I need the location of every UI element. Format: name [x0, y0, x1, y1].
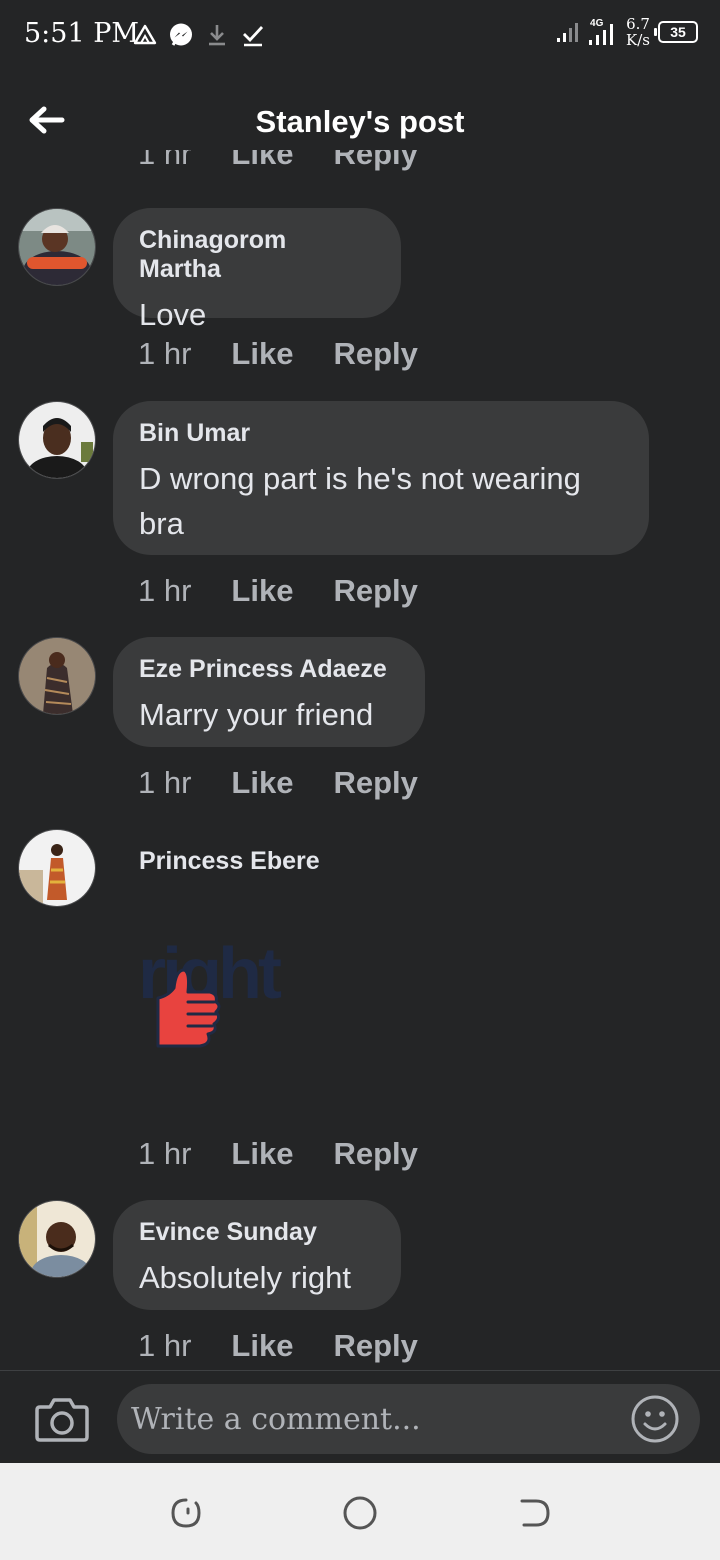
- comment-actions: 1 hr Like Reply: [138, 1328, 418, 1364]
- comment-actions: 1 hr Like Reply: [138, 765, 418, 801]
- emoji-icon[interactable]: [630, 1394, 680, 1444]
- avatar[interactable]: [18, 208, 96, 286]
- comment-text: Marry your friend: [139, 697, 374, 732]
- comment-text: D wrong part is he's not wearing bra: [139, 461, 581, 541]
- comment-text: Absolutely right: [139, 1260, 351, 1295]
- comments-feed[interactable]: 1 hr Like Reply Chinagorom Martha Love 1…: [0, 140, 720, 1370]
- messenger-icon: [170, 23, 192, 46]
- comment-time: 1 hr: [138, 336, 192, 371]
- comment-bubble[interactable]: Chinagorom Martha Love: [113, 208, 401, 332]
- comment-input[interactable]: [117, 1384, 700, 1454]
- like-button[interactable]: Like: [231, 573, 293, 609]
- check-icon: [243, 26, 264, 47]
- avatar[interactable]: [18, 637, 96, 715]
- comment-actions: 1 hr Like Reply: [138, 573, 418, 609]
- reply-button[interactable]: Reply: [333, 765, 417, 801]
- recent-apps-icon[interactable]: [166, 1493, 206, 1533]
- comment-bubble[interactable]: Bin Umar D wrong part is he's not wearin…: [113, 401, 649, 555]
- comment-actions: 1 hr Like Reply: [138, 1136, 418, 1172]
- thumbs-up-sticker[interactable]: right: [138, 940, 313, 1060]
- signal-icon: [557, 23, 579, 42]
- reply-button[interactable]: Reply: [333, 573, 417, 609]
- reply-button[interactable]: Reply: [333, 336, 417, 372]
- comment-bubble[interactable]: Evince Sunday Absolutely right: [113, 1200, 401, 1310]
- system-nav-bar: [0, 1463, 720, 1560]
- download-icon: [209, 25, 225, 46]
- like-button[interactable]: Like: [231, 150, 293, 172]
- comment-time: 1 hr: [138, 1136, 192, 1171]
- status-time: 5:51 PM: [24, 18, 140, 49]
- comment-time: 1 hr: [138, 573, 192, 608]
- like-button[interactable]: Like: [231, 1136, 293, 1172]
- page-title: Stanley's post: [255, 104, 465, 139]
- partial-comment-actions: 1 hr Like Reply: [138, 150, 418, 176]
- reply-button[interactable]: Reply: [333, 150, 417, 172]
- mobile-data-icon: 4G: [588, 18, 618, 46]
- battery-indicator: 35: [654, 21, 698, 43]
- comment-author[interactable]: Bin Umar: [139, 419, 623, 448]
- avatar[interactable]: [18, 829, 96, 907]
- comment-author[interactable]: Princess Ebere: [139, 847, 387, 876]
- comment-bubble[interactable]: Princess Ebere: [113, 829, 413, 899]
- home-icon[interactable]: [340, 1493, 380, 1533]
- alert-triangle-icon: [133, 24, 157, 45]
- notification-icons: [132, 22, 266, 48]
- comment-author[interactable]: Chinagorom Martha: [139, 226, 375, 284]
- comment-text: Love: [139, 297, 207, 332]
- comment-author[interactable]: Eze Princess Adaeze: [139, 655, 399, 684]
- camera-icon[interactable]: [34, 1395, 90, 1443]
- net-speed: 6.7 K/s: [626, 15, 650, 49]
- comment-time: 1 hr: [138, 150, 192, 171]
- comment-time: 1 hr: [138, 1328, 192, 1363]
- comment-composer: [0, 1370, 720, 1464]
- comment-actions: 1 hr Like Reply: [138, 336, 418, 372]
- like-button[interactable]: Like: [231, 336, 293, 372]
- like-button[interactable]: Like: [231, 1328, 293, 1364]
- comment-bubble[interactable]: Eze Princess Adaeze Marry your friend: [113, 637, 425, 747]
- back-nav-icon[interactable]: [514, 1493, 554, 1533]
- reply-button[interactable]: Reply: [333, 1328, 417, 1364]
- avatar[interactable]: [18, 1200, 96, 1278]
- status-right: 4G 6.7 K/s 35: [556, 16, 698, 48]
- reply-button[interactable]: Reply: [333, 1136, 417, 1172]
- comment-time: 1 hr: [138, 765, 192, 800]
- comment-author[interactable]: Evince Sunday: [139, 1218, 375, 1247]
- avatar[interactable]: [18, 401, 96, 479]
- status-bar: 5:51 PM 4G 6.7 K/s 35: [0, 0, 720, 72]
- like-button[interactable]: Like: [231, 765, 293, 801]
